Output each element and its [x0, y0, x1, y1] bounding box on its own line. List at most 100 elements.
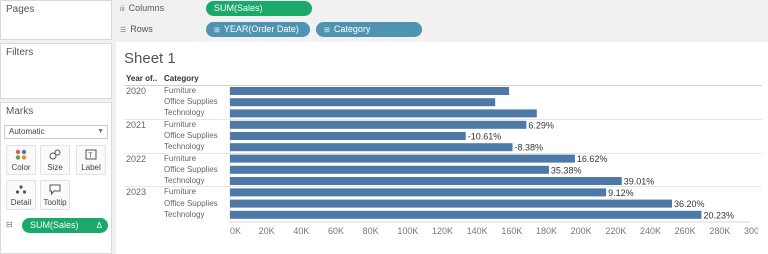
detail-button[interactable]: Detail [6, 180, 36, 210]
data-label: -8.38% [515, 143, 544, 153]
x-tick-label: 40K [293, 226, 309, 236]
color-icon [7, 149, 35, 163]
x-tick-label: 200K [571, 226, 592, 236]
category-label[interactable]: Technology [164, 210, 204, 219]
data-label: 35.38% [551, 165, 582, 175]
category-label[interactable]: Technology [164, 108, 204, 117]
rows-shelf[interactable]: ☰ Rows ⊞ YEAR(Order Date) ⊞ Category [114, 21, 768, 39]
mark-type-dropdown[interactable]: Automatic ▼ [4, 125, 108, 139]
bar[interactable] [230, 98, 496, 107]
mark-type-value: Automatic [9, 127, 45, 136]
detail-icon [7, 184, 35, 198]
bar[interactable] [230, 143, 513, 152]
marks-sum-sales-pill[interactable]: SUM(Sales) Δ [22, 218, 108, 233]
columns-sum-sales-pill[interactable]: SUM(Sales) [206, 1, 312, 16]
rows-pill-category-label: Category [333, 24, 371, 34]
chevron-down-icon: ▼ [97, 128, 104, 135]
svg-text:T: T [88, 153, 93, 160]
rows-shelf-label-wrap: ☰ Rows [120, 24, 153, 34]
category-label[interactable]: Furniture [164, 86, 196, 95]
data-label: 16.62% [577, 154, 608, 164]
x-tick-label: 160K [501, 226, 522, 236]
marks-sum-sales-row: ⊟ SUM(Sales) Δ [6, 218, 110, 234]
category-label[interactable]: Furniture [164, 154, 196, 163]
category-label[interactable]: Furniture [164, 120, 196, 129]
rows-label: Rows [130, 24, 153, 34]
category-label[interactable]: Technology [164, 176, 204, 185]
bar[interactable] [230, 177, 622, 185]
rows-category-pill[interactable]: ⊞ Category [316, 22, 422, 37]
year-label[interactable]: 2021 [126, 120, 146, 130]
x-tick-label: 140K [467, 226, 488, 236]
x-tick-label: 260K [675, 226, 696, 236]
columns-shelf[interactable]: iii Columns SUM(Sales) [114, 0, 768, 18]
columns-icon: iii [120, 6, 125, 13]
columns-label: Columns [128, 3, 165, 13]
sheet-title: Sheet 1 [124, 50, 176, 67]
year-label[interactable]: 2022 [126, 154, 146, 164]
category-label[interactable]: Furniture [164, 187, 196, 196]
plus-icon: ⊞ [214, 27, 220, 34]
rows-year-pill[interactable]: ⊞ YEAR(Order Date) [206, 22, 310, 37]
x-tick-label: 20K [259, 226, 275, 236]
data-label: 20.23% [703, 210, 734, 220]
bar[interactable] [230, 120, 527, 129]
x-tick-label: 280K [709, 226, 730, 236]
size-icon [41, 149, 69, 163]
category-label[interactable]: Technology [164, 142, 204, 151]
bar[interactable] [230, 87, 510, 95]
x-tick-label: 0K [230, 226, 241, 236]
x-tick-label: 180K [536, 226, 557, 236]
bar[interactable] [230, 188, 607, 197]
delta-icon: Δ [96, 221, 102, 230]
filters-pane[interactable]: Filters [0, 43, 112, 99]
bar[interactable] [230, 199, 672, 208]
text-mark-icon: ⊟ [6, 220, 13, 229]
plus-icon: ⊞ [324, 27, 330, 34]
x-tick-label: 100K [397, 226, 418, 236]
data-label: 36.20% [674, 199, 705, 209]
pages-pane[interactable]: Pages [0, 0, 112, 40]
size-button[interactable]: Size [40, 145, 70, 175]
bar[interactable] [230, 132, 466, 140]
x-tick-label: 120K [432, 226, 453, 236]
category-label[interactable]: Office Supplies [164, 131, 218, 140]
sheet-view: Sheet 1 Year of.. Category 2020 Furniture… [116, 42, 768, 254]
header-category[interactable]: Category [164, 74, 199, 83]
data-label: 9.12% [608, 188, 634, 198]
rows-icon: ☰ [120, 27, 127, 34]
tooltip-button[interactable]: Tooltip [40, 180, 70, 210]
tableau-workspace: Pages Filters Marks Automatic ▼ Color Si… [0, 0, 768, 254]
bar-chart: 6.29% -10.61% -8.38% 16.62%35.38% 39.01%9.12… [229, 86, 758, 236]
x-tick-label: 220K [605, 226, 626, 236]
filters-title: Filters [6, 47, 34, 58]
bar[interactable] [230, 165, 549, 174]
year-label[interactable]: 2023 [126, 187, 146, 197]
header-year[interactable]: Year of.. [126, 74, 157, 83]
bar[interactable] [230, 154, 575, 163]
year-label[interactable]: 2020 [126, 86, 146, 96]
columns-shelf-label-wrap: iii Columns [120, 3, 164, 13]
category-label[interactable]: Office Supplies [164, 97, 218, 106]
label-icon: T [77, 149, 105, 163]
x-tick-label: 240K [640, 226, 661, 236]
bar[interactable] [230, 109, 537, 118]
marks-title: Marks [6, 106, 34, 117]
data-label: 39.01% [624, 177, 655, 187]
pages-title: Pages [6, 4, 35, 15]
category-label[interactable]: Office Supplies [164, 199, 218, 208]
color-label: Color [11, 163, 31, 172]
bar[interactable] [230, 210, 702, 219]
x-tick-label: 300K [744, 226, 758, 236]
tooltip-icon [41, 184, 69, 198]
data-label: -10.61% [468, 132, 502, 142]
detail-label: Detail [10, 198, 32, 207]
x-tick-label: 80K [363, 226, 379, 236]
category-label[interactable]: Office Supplies [164, 165, 218, 174]
label-button[interactable]: T Label [76, 145, 106, 175]
size-label: Size [47, 163, 63, 172]
columns-pill-label: SUM(Sales) [214, 3, 263, 13]
color-button[interactable]: Color [6, 145, 36, 175]
rows-pill-year-label: YEAR(Order Date) [223, 24, 299, 34]
x-tick-label: 60K [328, 226, 344, 236]
